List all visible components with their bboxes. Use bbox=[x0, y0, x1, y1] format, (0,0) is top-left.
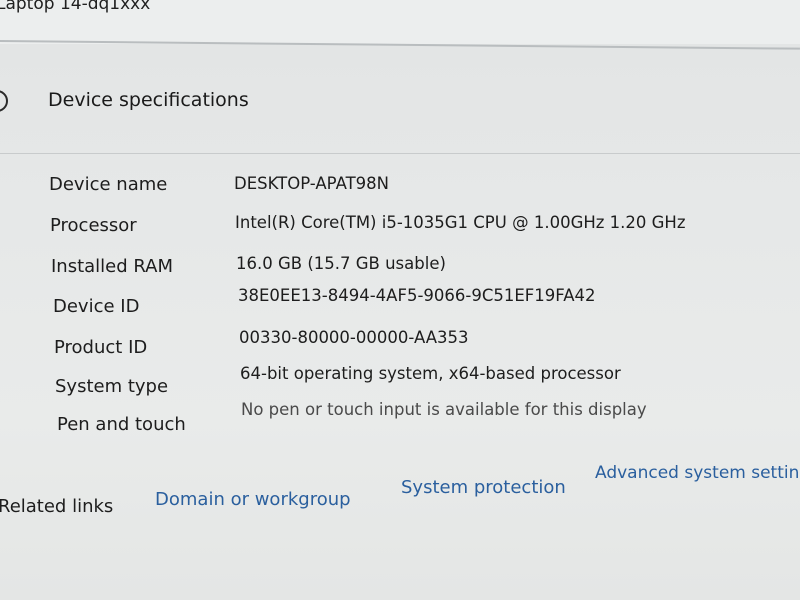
system-protection-link[interactable]: System protection bbox=[401, 477, 566, 498]
spec-label: Installed RAM bbox=[51, 256, 174, 277]
spec-row-installed-ram: Installed RAM 16.0 GB (15.7 GB usable) bbox=[0, 254, 800, 287]
spec-label: Product ID bbox=[54, 337, 148, 358]
spec-label: Pen and touch bbox=[57, 414, 186, 435]
domain-or-workgroup-link[interactable]: Domain or workgroup bbox=[155, 489, 351, 510]
spec-row-device-name: Device name DESKTOP-APAT98N bbox=[0, 174, 800, 206]
spec-row-pen-and-touch: Pen and touch No pen or touch input is a… bbox=[0, 400, 800, 446]
spec-label: System type bbox=[55, 376, 169, 397]
spec-value: No pen or touch input is available for t… bbox=[241, 400, 647, 419]
spec-row-device-id: Device ID 38E0EE13-8494-4AF5-9066-9C51EF… bbox=[0, 286, 800, 327]
advanced-system-settings-link[interactable]: Advanced system settings bbox=[595, 463, 800, 483]
related-links-label: Related links bbox=[0, 496, 114, 517]
settings-about-page: Laptop 14-dq1xxx Device specifications D… bbox=[0, 0, 800, 600]
spec-value: 16.0 GB (15.7 GB usable) bbox=[236, 254, 446, 273]
spec-value: 38E0EE13-8494-4AF5-9066-9C51EF19FA42 bbox=[238, 286, 596, 305]
spec-value: DESKTOP-APAT98N bbox=[234, 174, 389, 193]
spec-value: 64-bit operating system, x64-based proce… bbox=[240, 364, 621, 383]
related-links-section: Related links Domain or workgroup System… bbox=[0, 462, 800, 522]
spec-value: 00330-80000-00000-AA353 bbox=[239, 328, 469, 347]
spec-label: Device name bbox=[49, 174, 168, 195]
spec-value: Intel(R) Core(TM) i5-1035G1 CPU @ 1.00GH… bbox=[235, 213, 686, 232]
spec-label: Processor bbox=[50, 215, 137, 236]
spec-label: Device ID bbox=[53, 296, 140, 317]
spec-row-processor: Processor Intel(R) Core(TM) i5-1035G1 CP… bbox=[0, 213, 800, 246]
